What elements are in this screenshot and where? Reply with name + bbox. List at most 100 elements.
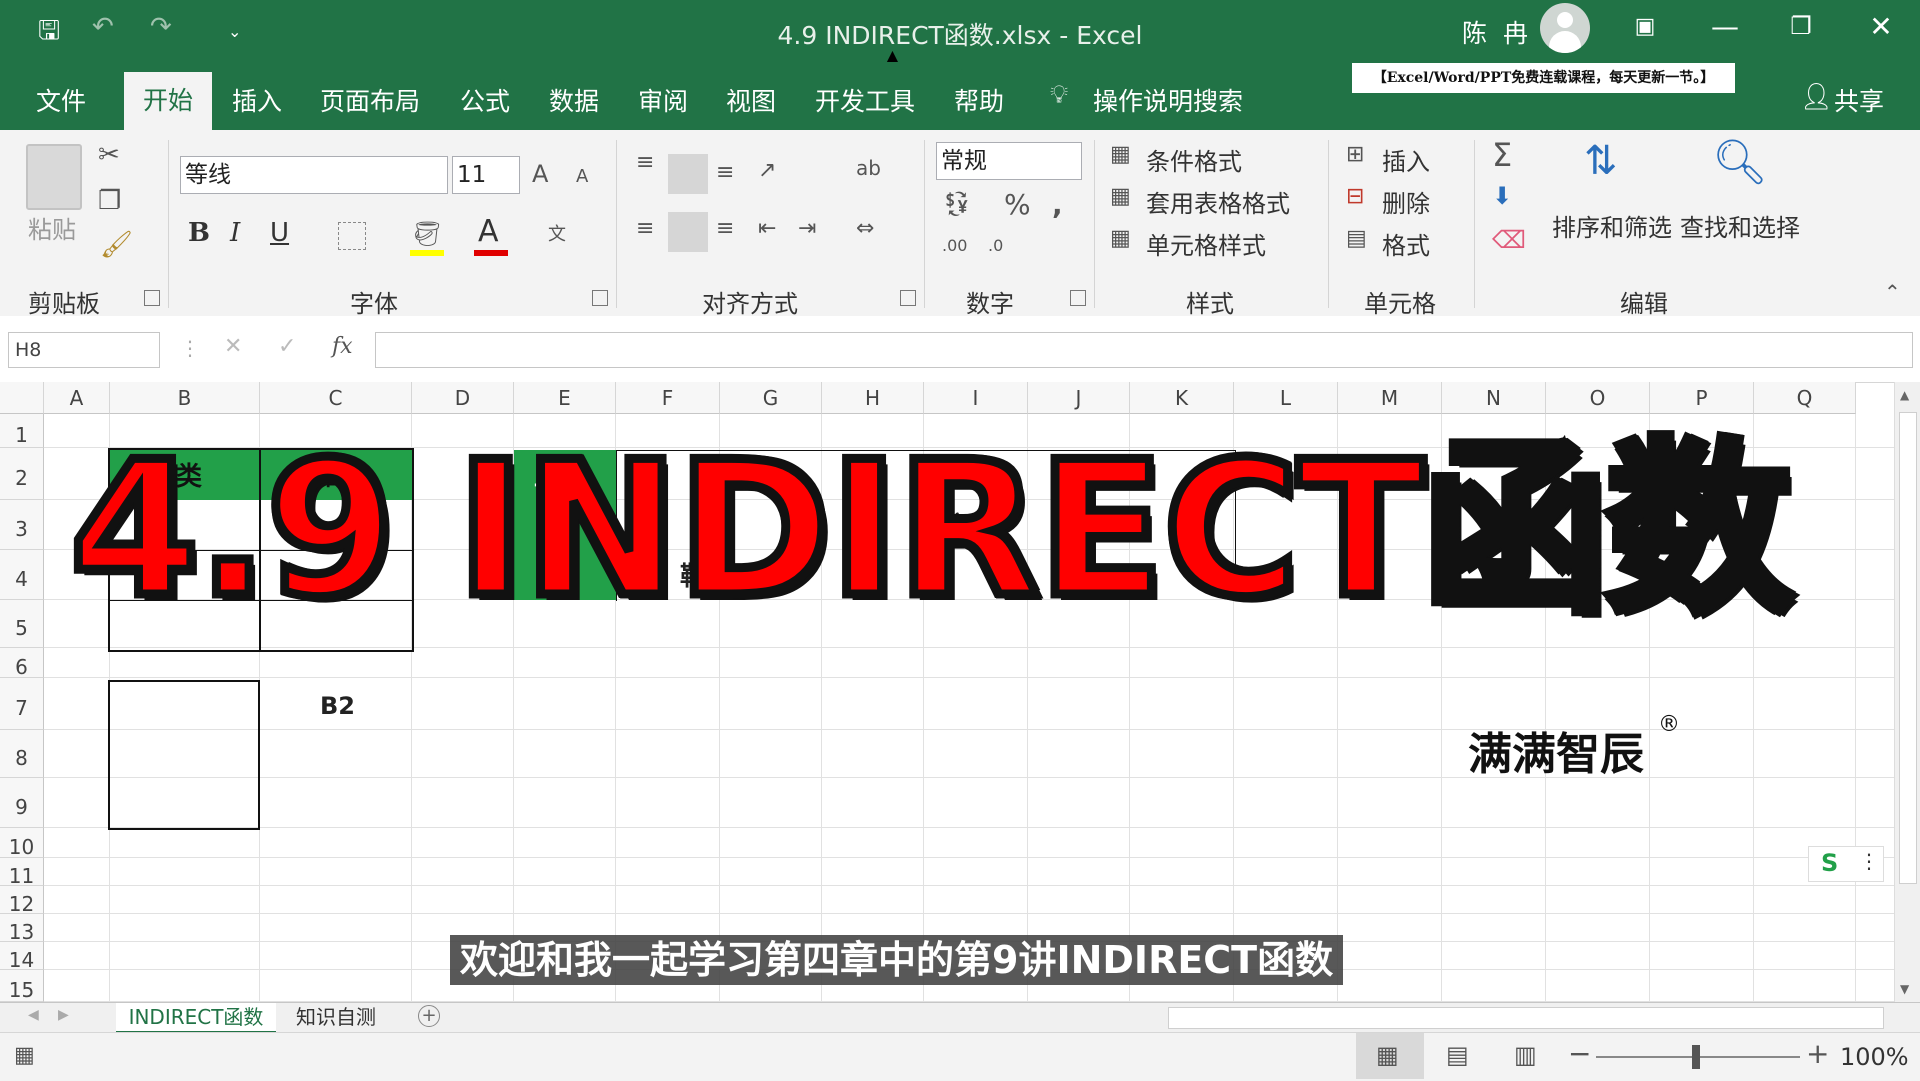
format-as-table-button[interactable]: 套用表格格式 [1146,184,1290,219]
tab-insert[interactable]: 插入 [232,82,282,118]
insert-function-button[interactable]: fx [332,334,353,359]
tab-page-layout[interactable]: 页面布局 [320,82,420,118]
cell-c7[interactable]: B2 [320,692,355,720]
bold-button[interactable]: B [188,218,210,248]
cut-icon[interactable]: ✂ [98,140,120,170]
align-center-icon[interactable] [668,212,708,252]
zoom-level[interactable]: 100% [1840,1043,1909,1071]
scroll-up-icon[interactable]: ▲ [1900,388,1909,402]
sheet-tab-quiz[interactable]: 知识自测 [288,1003,384,1031]
row-header-13[interactable]: 13 [0,914,44,944]
row-header-2[interactable]: 2 [0,448,44,500]
formula-input[interactable] [375,332,1913,368]
add-sheet-icon[interactable]: + [418,1005,440,1027]
row-header-3[interactable]: 3 [0,500,44,550]
page-layout-view-icon[interactable]: ▤ [1446,1041,1469,1069]
merge-center-icon[interactable]: ⇔ [856,216,874,241]
font-name-select[interactable]: 等线 [180,156,448,194]
tab-data[interactable]: 数据 [549,82,599,118]
close-icon[interactable]: ✕ [1856,10,1906,43]
font-color-icon[interactable]: A [478,214,499,249]
align-right-icon[interactable]: ≡ [716,216,734,241]
tell-me-search[interactable]: 操作说明搜索 [1093,82,1243,118]
align-top-icon[interactable]: ≡ [636,150,654,175]
share-person-icon[interactable]: 👤︎ [1800,82,1833,112]
row-header-12[interactable]: 12 [0,886,44,916]
decrease-indent-icon[interactable]: ⇤ [758,216,776,241]
row-header-8[interactable]: 8 [0,730,44,778]
ribbon-display-icon[interactable]: ▣ [1620,14,1670,39]
vertical-scrollbar[interactable]: ▲ ▼ [1894,382,1920,1002]
scroll-thumb[interactable] [1899,412,1917,884]
page-break-view-icon[interactable]: ▥ [1514,1041,1537,1069]
format-cells-button[interactable]: 格式 [1382,226,1430,261]
row-header-10[interactable]: 10 [0,828,44,859]
cell-styles-button[interactable]: 单元格样式 [1146,226,1266,261]
tab-help[interactable]: 帮助 [954,82,1004,118]
insert-cells-button[interactable]: 插入 [1382,142,1430,177]
find-select-button[interactable]: 查找和选择 [1680,208,1800,243]
comma-style-icon[interactable]: , [1052,188,1063,221]
horizontal-scrollbar[interactable] [1168,1007,1884,1029]
enter-icon[interactable]: ✓ [278,334,296,359]
tab-developer[interactable]: 开发工具 [815,82,915,118]
font-launcher-icon[interactable] [592,290,608,306]
zoom-in-icon[interactable]: + [1806,1037,1829,1070]
alignment-launcher-icon[interactable] [900,290,916,306]
tab-view[interactable]: 视图 [726,82,776,118]
user-name[interactable]: 陈 冉 [1462,14,1532,50]
zoom-out-icon[interactable]: − [1568,1037,1591,1070]
floating-tool-widget[interactable]: S ⋮ [1808,846,1884,882]
decrease-font-icon[interactable]: A [576,166,588,187]
format-painter-icon[interactable]: 🖌︎ [100,230,133,260]
autosum-icon[interactable]: Σ [1492,136,1512,174]
row-header-14[interactable]: 14 [0,942,44,972]
prev-sheet-icon[interactable]: ◀ [28,1007,39,1023]
align-left-icon[interactable]: ≡ [636,216,654,241]
restore-icon[interactable]: ❐ [1776,12,1826,40]
underline-button[interactable]: U [270,218,289,248]
paste-icon[interactable] [26,144,82,210]
copy-icon[interactable]: ❐ [98,186,121,216]
scroll-down-icon[interactable]: ▼ [1900,982,1909,996]
number-format-select[interactable]: 常规 [936,142,1082,180]
delete-cells-button[interactable]: 删除 [1382,184,1430,219]
phonetic-icon[interactable]: 文 [548,220,566,246]
fill-color-icon[interactable]: 🪣︎ [412,220,442,248]
sort-filter-button[interactable]: 排序和筛选 [1552,208,1672,243]
clipboard-launcher-icon[interactable] [144,290,160,306]
zoom-slider-thumb[interactable] [1692,1045,1700,1069]
increase-decimal-icon[interactable]: .00 [942,236,967,255]
row-header-11[interactable]: 11 [0,858,44,888]
tab-file[interactable]: 文件 [36,82,86,118]
orientation-icon[interactable]: ↗ [758,158,776,183]
share-button[interactable]: 共享 [1834,82,1884,118]
row-header-4[interactable]: 4 [0,550,44,600]
tab-review[interactable]: 审阅 [638,82,688,118]
avatar[interactable] [1540,3,1590,53]
increase-font-icon[interactable]: A [532,160,548,188]
tab-home[interactable]: 开始 [124,72,212,130]
row-header-5[interactable]: 5 [0,600,44,648]
row-header-15[interactable]: 15 [0,970,44,1002]
fill-icon[interactable]: ⬇ [1492,182,1512,210]
row-header-1[interactable]: 1 [0,414,44,448]
next-sheet-icon[interactable]: ▶ [58,1007,69,1023]
row-header-6[interactable]: 6 [0,648,44,679]
tab-formulas[interactable]: 公式 [460,82,510,118]
minimize-icon[interactable]: — [1700,10,1750,43]
wrap-text-icon[interactable]: ab [856,156,881,180]
align-bottom-icon[interactable]: ≡ [716,160,734,185]
increase-indent-icon[interactable]: ⇥ [798,216,816,241]
accounting-format-icon[interactable]: 💱︎ [942,190,972,218]
conditional-format-button[interactable]: 条件格式 [1146,142,1242,177]
row-header-9[interactable]: 9 [0,778,44,828]
sheet-tab-indirect[interactable]: INDIRECT函数 [116,1003,276,1034]
row-header-7[interactable]: 7 [0,678,44,730]
macro-record-icon[interactable]: ▦ [14,1043,35,1068]
italic-button[interactable]: I [230,218,240,248]
paste-button[interactable]: 粘贴 [28,210,76,245]
font-size-select[interactable]: 11 [452,156,520,194]
select-all-corner[interactable] [0,382,44,414]
cancel-icon[interactable]: ✕ [224,334,242,359]
